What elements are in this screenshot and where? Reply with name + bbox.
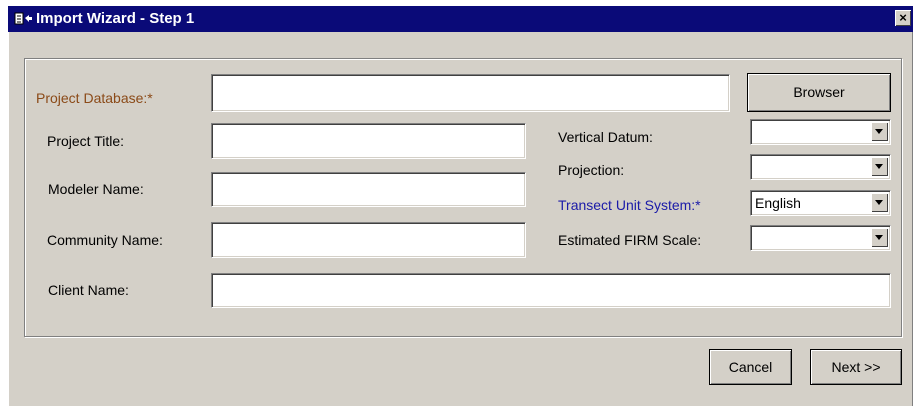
next-button[interactable]: Next >> bbox=[810, 349, 902, 385]
chevron-down-icon[interactable] bbox=[871, 228, 888, 247]
chevron-down-icon[interactable] bbox=[871, 122, 888, 141]
client-name-label: Client Name: bbox=[48, 282, 129, 298]
vertical-datum-label: Vertical Datum: bbox=[558, 129, 653, 145]
modeler-name-field[interactable] bbox=[211, 172, 526, 207]
title-bar[interactable]: Import Wizard - Step 1 × bbox=[8, 6, 913, 32]
project-title-label: Project Title: bbox=[47, 133, 125, 149]
import-wizard-icon bbox=[14, 12, 32, 25]
close-button[interactable]: × bbox=[895, 10, 911, 26]
projection-label: Projection: bbox=[558, 162, 625, 178]
browse-button[interactable]: Browser bbox=[747, 73, 891, 112]
community-name-field[interactable] bbox=[211, 222, 526, 258]
estimated-firm-scale-label: Estimated FIRM Scale: bbox=[558, 232, 702, 248]
vertical-datum-select[interactable] bbox=[750, 119, 891, 145]
community-name-label: Community Name: bbox=[47, 232, 163, 248]
project-database-field[interactable] bbox=[211, 74, 730, 112]
close-icon: × bbox=[899, 10, 907, 25]
transect-unit-system-select[interactable]: English bbox=[750, 190, 891, 216]
project-title-field[interactable] bbox=[211, 123, 526, 159]
client-name-field[interactable] bbox=[211, 273, 891, 308]
transect-unit-system-value: English bbox=[755, 195, 801, 211]
chevron-down-icon[interactable] bbox=[871, 193, 888, 212]
chevron-down-icon[interactable] bbox=[871, 157, 888, 176]
modeler-name-label: Modeler Name: bbox=[48, 181, 144, 197]
import-wizard-dialog: Import Wizard - Step 1 × Project Databas… bbox=[8, 6, 913, 406]
projection-select[interactable] bbox=[750, 154, 891, 180]
transect-unit-system-label: Transect Unit System:* bbox=[558, 197, 701, 213]
cancel-button[interactable]: Cancel bbox=[709, 349, 792, 385]
window-title: Import Wizard - Step 1 bbox=[36, 10, 195, 27]
estimated-firm-scale-select[interactable] bbox=[750, 225, 891, 251]
project-database-label: Project Database:* bbox=[36, 90, 153, 106]
